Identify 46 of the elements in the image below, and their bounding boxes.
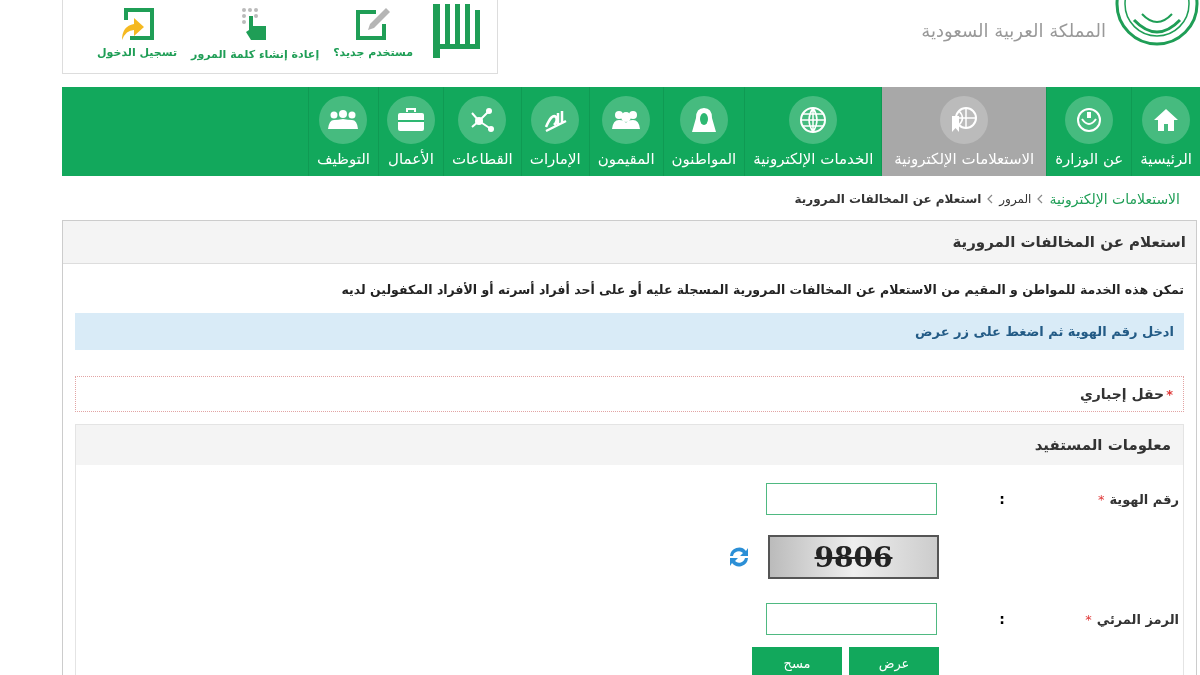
required-note: حقل إجباري bbox=[1079, 386, 1165, 402]
chevron-icon bbox=[1037, 194, 1044, 204]
description-text: تمكن هذه الخدمة للمواطن و المقيم من الاستعلام عن المخالفات المرورية المسجلة عليه أو على أحد أفراد أسرته أو الأفراد المكفولين لديه bbox=[340, 282, 1184, 297]
nav-tab[interactable]: الرئيسية bbox=[1131, 87, 1200, 176]
nav-tab[interactable]: المقيمون bbox=[588, 87, 663, 176]
breadcrumb-link[interactable]: المرور bbox=[999, 192, 1032, 206]
nav-tab[interactable]: الأعمال bbox=[377, 87, 443, 176]
required-marker: * bbox=[1166, 386, 1173, 402]
chevron-icon bbox=[987, 194, 994, 204]
nav-tab[interactable]: القطاعات bbox=[442, 87, 521, 176]
nav-tab[interactable]: عن الوزارة bbox=[1046, 87, 1132, 176]
input-field[interactable] bbox=[766, 483, 937, 515]
clear-button[interactable]: مسح bbox=[752, 647, 842, 675]
input-field[interactable] bbox=[766, 603, 937, 635]
required-marker: * bbox=[1097, 491, 1105, 507]
breadcrumb-link[interactable]: الاستعلامات الإلكترونية bbox=[1049, 191, 1180, 207]
account-link[interactable]: تسجيل الدخول bbox=[97, 4, 178, 59]
field-label: رقم الهوية bbox=[1109, 491, 1179, 507]
captcha-image: 9806 bbox=[768, 535, 939, 579]
nav-tab[interactable]: الاستعلامات الإلكترونية bbox=[881, 87, 1047, 176]
info-message: ادخل رقم الهوية ثم اضغط على زر عرض bbox=[75, 313, 1184, 350]
home-icon bbox=[1153, 107, 1180, 132]
field-separator: : bbox=[998, 611, 1006, 627]
breadcrumb-current: استعلام عن المخالفات المرورية bbox=[794, 192, 982, 206]
nav-tab[interactable]: الإمارات bbox=[520, 87, 589, 176]
nav-tab[interactable]: التوظيف bbox=[307, 87, 378, 176]
required-marker: * bbox=[1085, 611, 1092, 627]
panel-title: استعلام عن المخالفات المرورية bbox=[952, 233, 1186, 251]
briefcase-icon bbox=[396, 107, 425, 132]
team-icon bbox=[328, 108, 359, 131]
person-icon bbox=[691, 105, 716, 134]
network-icon bbox=[469, 106, 496, 133]
nav-tab[interactable]: المواطنون bbox=[662, 87, 745, 176]
globe-icon bbox=[799, 105, 828, 134]
globe-icon bbox=[950, 105, 979, 134]
logo-subtitle: المملكة العربية السعودية bbox=[921, 20, 1106, 41]
people-icon bbox=[611, 108, 642, 131]
account-link[interactable]: إعادة إنشاء كلمة المرور bbox=[191, 4, 320, 61]
nav-tab[interactable]: الخدمات الإلكترونية bbox=[744, 87, 882, 176]
account-link[interactable]: مستخدم جديد؟ bbox=[333, 4, 413, 59]
submit-button[interactable]: عرض bbox=[849, 647, 939, 675]
field-separator: : bbox=[998, 491, 1006, 507]
field-label: الرمز المرئي bbox=[1096, 611, 1179, 627]
bars-logo-icon bbox=[431, 4, 481, 58]
section-title: معلومات المستفيد bbox=[1034, 436, 1171, 454]
edit-icon bbox=[354, 6, 393, 42]
